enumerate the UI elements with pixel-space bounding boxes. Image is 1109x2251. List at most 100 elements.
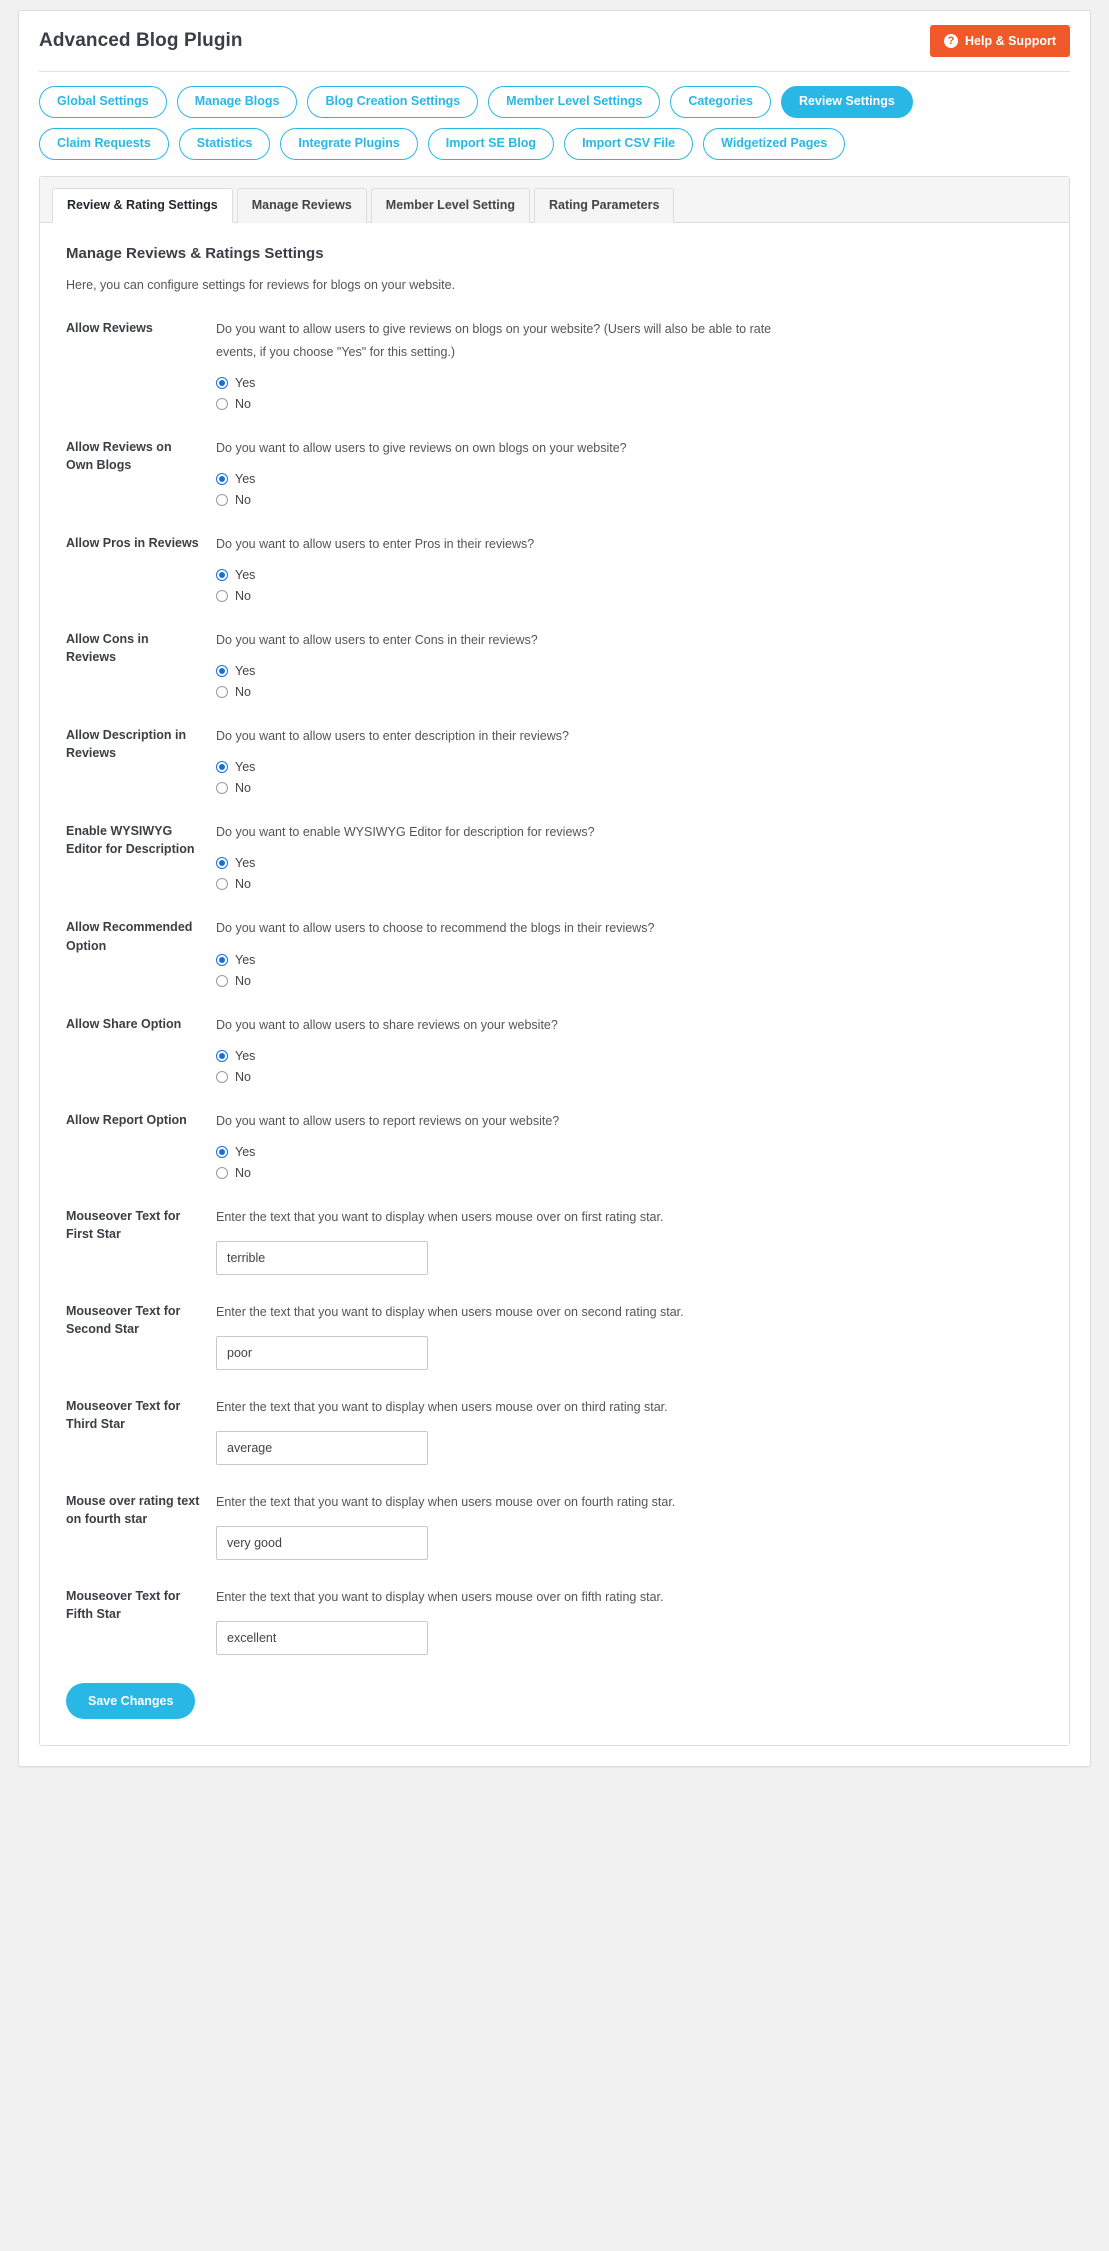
setting-field: Do you want to allow users to share revi… [216, 1014, 1043, 1084]
radio-option-no[interactable]: No [216, 493, 1043, 507]
radio-option-no[interactable]: No [216, 781, 1043, 795]
radio-option-yes[interactable]: Yes [216, 1049, 1043, 1063]
text-input-mouseover-text-for-fifth-star[interactable] [216, 1621, 428, 1656]
nav-pill-import-csv-file[interactable]: Import CSV File [564, 127, 694, 160]
radio-option-yes[interactable]: Yes [216, 568, 1043, 582]
setting-row-allow-share-option: Allow Share Option Do you want to allow u… [66, 1014, 1043, 1084]
nav-pill-statistics[interactable]: Statistics [178, 127, 271, 160]
radio-group: Yes No [216, 953, 1043, 988]
radio-button-no[interactable] [216, 686, 228, 699]
setting-description: Do you want to allow users to enter Cons… [216, 633, 538, 647]
radio-option-no[interactable]: No [216, 877, 1043, 891]
radio-button-no[interactable] [216, 590, 228, 602]
radio-label-no[interactable]: No [235, 685, 251, 699]
radio-label-yes[interactable]: Yes [235, 953, 255, 967]
radio-label-yes[interactable]: Yes [235, 1049, 255, 1063]
setting-description: Enter the text that you want to display … [216, 1495, 676, 1510]
setting-description: Do you want to enable WYSIWYG Editor for… [216, 825, 595, 840]
text-input-mouse-over-rating-text-on-fourth-star[interactable] [216, 1526, 428, 1561]
nav-pill-categories[interactable]: Categories [670, 86, 771, 118]
radio-label-no[interactable]: No [235, 781, 251, 795]
tab-manage-reviews[interactable]: Manage Reviews [236, 187, 367, 223]
text-input-mouseover-text-for-third-star[interactable] [216, 1431, 428, 1466]
radio-option-yes[interactable]: Yes [216, 856, 1043, 870]
question-circle-icon: ? [944, 34, 959, 48]
radio-label-yes[interactable]: Yes [235, 472, 255, 486]
radio-button-yes[interactable] [216, 953, 228, 966]
setting-row-allow-report-option: Allow Report Option Do you want to allow … [66, 1110, 1043, 1180]
radio-label-yes[interactable]: Yes [235, 856, 255, 870]
radio-option-no[interactable]: No [216, 974, 1043, 988]
radio-option-yes[interactable]: Yes [216, 1145, 1043, 1159]
text-input-mouseover-text-for-second-star[interactable] [216, 1336, 428, 1370]
radio-label-no[interactable]: No [235, 974, 251, 988]
radio-label-no[interactable]: No [235, 1070, 251, 1084]
radio-button-no[interactable] [216, 493, 228, 506]
radio-label-yes[interactable]: Yes [235, 664, 255, 678]
radio-button-yes[interactable] [216, 665, 228, 678]
radio-button-yes[interactable] [216, 472, 228, 485]
setting-description: Enter the text that you want to display … [216, 1304, 684, 1319]
setting-label: Allow Report Option [66, 1112, 187, 1127]
nav-row-secondary: Claim Requests Statistics Integrate Plugin… [39, 127, 1070, 160]
tab-member-level-setting[interactable]: Member Level Setting [370, 187, 530, 223]
radio-button-no[interactable] [216, 878, 228, 891]
radio-label-yes[interactable]: Yes [235, 376, 255, 390]
radio-button-no[interactable] [216, 782, 228, 795]
radio-option-no[interactable]: No [216, 589, 1043, 603]
nav-pill-integrate-plugins[interactable]: Integrate Plugins [280, 127, 418, 160]
radio-button-no[interactable] [216, 1070, 228, 1083]
nav-pill-import-se-blog[interactable]: Import SE Blog [427, 127, 555, 160]
radio-option-yes[interactable]: Yes [216, 760, 1043, 774]
setting-field: Do you want to allow users to enter desc… [216, 725, 1043, 795]
radio-option-no[interactable]: No [216, 1070, 1043, 1084]
radio-label-no[interactable]: No [235, 1166, 251, 1180]
radio-label-yes[interactable]: Yes [235, 568, 255, 582]
radio-button-yes[interactable] [216, 1145, 228, 1158]
settings-card: Review & Rating Settings Manage Reviews Me… [39, 175, 1070, 1747]
radio-label-no[interactable]: No [235, 877, 251, 891]
radio-button-no[interactable] [216, 974, 228, 987]
tab-review-rating-settings[interactable]: Review & Rating Settings [52, 187, 233, 223]
nav-pill-widgetized-pages[interactable]: Widgetized Pages [703, 127, 846, 160]
nav-pill-blog-creation-settings[interactable]: Blog Creation Settings [307, 86, 479, 118]
radio-label-no[interactable]: No [235, 589, 251, 603]
radio-button-no[interactable] [216, 397, 228, 410]
radio-button-yes[interactable] [216, 376, 228, 389]
radio-option-yes[interactable]: Yes [216, 664, 1043, 678]
radio-button-yes[interactable] [216, 857, 228, 870]
radio-label-no[interactable]: No [235, 493, 251, 507]
setting-description: Do you want to allow users to share revi… [216, 1017, 558, 1032]
radio-option-no[interactable]: No [216, 685, 1043, 699]
help-and-support-button[interactable]: ? Help & Support [930, 25, 1070, 57]
radio-button-yes[interactable] [216, 1049, 228, 1062]
radio-button-yes[interactable] [216, 569, 228, 581]
radio-label-no[interactable]: No [235, 397, 251, 411]
radio-option-yes[interactable]: Yes [216, 953, 1043, 967]
radio-label-yes[interactable]: Yes [235, 1145, 255, 1159]
radio-option-no[interactable]: No [216, 1166, 1043, 1180]
radio-button-no[interactable] [216, 1166, 228, 1179]
save-changes-button[interactable]: Save Changes [66, 1683, 196, 1720]
radio-option-yes[interactable]: Yes [216, 472, 1043, 486]
setting-row-mouseover-text-for-fifth-star: Mouseover Text for Fifth Star Enter the t… [66, 1586, 1043, 1656]
nav-pill-review-settings[interactable]: Review Settings [780, 86, 913, 118]
radio-button-yes[interactable] [216, 761, 228, 774]
radio-label-yes[interactable]: Yes [235, 760, 255, 774]
setting-field: Do you want to allow users to choose to … [216, 917, 1043, 988]
setting-field: Do you want to allow users to give revie… [216, 318, 1043, 411]
nav-pill-global-settings[interactable]: Global Settings [39, 86, 167, 118]
setting-row-mouseover-text-for-third-star: Mouseover Text for Third Star Enter the t… [66, 1396, 1043, 1466]
setting-description: Do you want to allow users to enter desc… [216, 729, 569, 744]
setting-label: Mouseover Text for Fifth Star [66, 1589, 181, 1622]
radio-option-no[interactable]: No [216, 397, 1043, 411]
nav-pill-manage-blogs[interactable]: Manage Blogs [176, 86, 298, 118]
tab-rating-parameters[interactable]: Rating Parameters [533, 187, 675, 223]
radio-option-yes[interactable]: Yes [216, 376, 1043, 390]
text-input-mouseover-text-for-first-star[interactable] [216, 1240, 428, 1275]
nav-pill-claim-requests[interactable]: Claim Requests [39, 127, 169, 160]
setting-label: Allow Description in Reviews [66, 728, 187, 761]
setting-field: Enter the text that you want to display … [216, 1301, 1043, 1370]
nav-pill-member-level-settings[interactable]: Member Level Settings [488, 86, 661, 118]
setting-description: Enter the text that you want to display … [216, 1400, 668, 1414]
